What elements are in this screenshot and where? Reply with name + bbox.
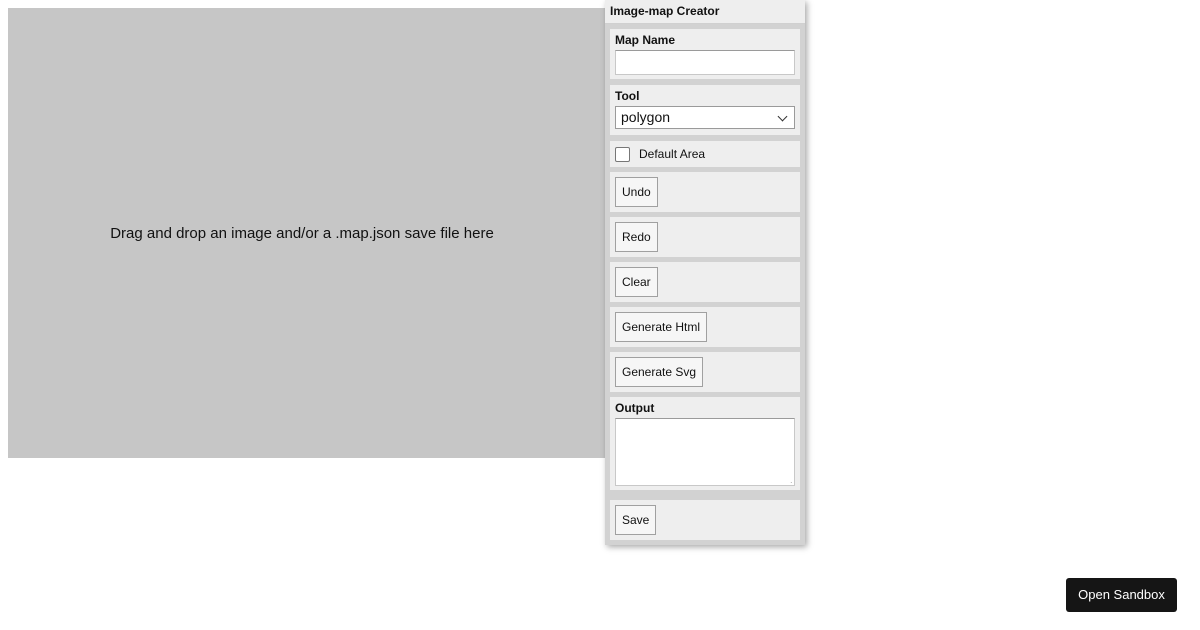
image-dropzone[interactable]: Drag and drop an image and/or a .map.jso… <box>8 8 606 458</box>
generate-html-button[interactable]: Generate Html <box>615 312 708 342</box>
output-section: Output <box>610 397 800 490</box>
output-label: Output <box>615 401 655 415</box>
generate-svg-section: Generate Svg <box>610 352 800 392</box>
panel-title: Image-map Creator <box>605 0 805 24</box>
clear-button[interactable]: Clear <box>615 267 658 297</box>
map-name-input[interactable] <box>615 50 795 75</box>
tool-section: Tool polygon <box>610 85 800 135</box>
save-section: Save <box>610 500 800 540</box>
generate-svg-button[interactable]: Generate Svg <box>615 357 704 387</box>
tool-label: Tool <box>615 89 640 103</box>
resize-grip-icon[interactable] <box>784 475 792 483</box>
tool-select-value: polygon <box>621 109 671 125</box>
tool-select[interactable]: polygon <box>615 106 795 129</box>
undo-button[interactable]: Undo <box>615 177 658 207</box>
default-area-label: Default Area <box>639 147 706 161</box>
image-map-creator-panel: Image-map Creator Map Name Tool polygon … <box>605 0 805 545</box>
redo-section: Redo <box>610 217 800 257</box>
redo-button[interactable]: Redo <box>615 222 658 252</box>
save-button[interactable]: Save <box>615 505 657 535</box>
open-sandbox-button[interactable]: Open Sandbox <box>1066 578 1177 612</box>
map-name-section: Map Name <box>610 29 800 79</box>
chevron-down-icon <box>777 111 788 122</box>
default-area-section: Default Area <box>610 141 800 167</box>
dropzone-message: Drag and drop an image and/or a .map.jso… <box>110 224 494 242</box>
generate-html-section: Generate Html <box>610 307 800 347</box>
map-name-label: Map Name <box>615 33 676 47</box>
default-area-checkbox[interactable] <box>615 146 630 162</box>
clear-section: Clear <box>610 262 800 302</box>
undo-section: Undo <box>610 172 800 212</box>
output-textarea[interactable] <box>615 418 795 486</box>
